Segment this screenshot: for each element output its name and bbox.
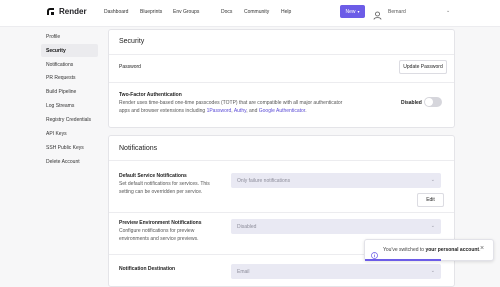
toggle-knob — [425, 98, 433, 106]
nav-env-groups[interactable]: Env Groups — [173, 9, 199, 15]
sidebar-item-log-streams[interactable]: Log Streams — [46, 103, 74, 109]
divider — [109, 82, 454, 83]
user-menu-chevron-icon[interactable]: ⌄ — [446, 8, 450, 14]
default-notifications-select[interactable]: Only failure notifications ⌄ — [231, 173, 441, 188]
chevron-down-icon: ⌄ — [430, 177, 435, 183]
two-factor-label: Two-Factor Authentication — [119, 92, 182, 98]
toast-text: You've switched to — [383, 247, 426, 253]
separator: , and — [246, 108, 259, 114]
sidebar-item-pr-requests[interactable]: PR Requests — [46, 75, 75, 81]
toast-message: You've switched to your personal account… — [383, 247, 480, 253]
nav-help[interactable]: Help — [281, 9, 291, 15]
two-factor-toggle[interactable] — [424, 97, 442, 107]
two-factor-description: Render uses time-based one-time passcode… — [119, 99, 349, 115]
edit-button[interactable]: Edit — [417, 193, 444, 207]
chevron-down-icon: ⌄ — [430, 223, 435, 229]
sidebar-item-security[interactable]: Security — [46, 48, 66, 54]
default-notifications-value: Only failure notifications — [237, 178, 291, 184]
close-icon[interactable]: × — [480, 245, 484, 253]
nav-community[interactable]: Community — [244, 9, 269, 15]
toast-notification: You've switched to your personal account… — [364, 239, 494, 261]
top-navbar: Render Dashboard Blueprints Env Groups D… — [0, 0, 500, 27]
link-1password[interactable]: 1Password — [207, 108, 232, 114]
default-notifications-description: Set default notifications for services. … — [119, 181, 210, 195]
security-card: Security Password Update Password Two-Fa… — [108, 29, 455, 128]
update-password-label: Update Password — [403, 64, 443, 70]
chevron-down-icon: ▾ — [357, 9, 360, 14]
sidebar-item-ssh-public-keys[interactable]: SSH Public Keys — [46, 145, 84, 151]
sidebar-item-registry-credentials[interactable]: Registry Credentials — [46, 117, 91, 123]
default-notifications-label: Default Service Notifications — [119, 173, 187, 179]
notification-destination-value: Email — [237, 269, 250, 275]
nav-docs[interactable]: Docs — [221, 9, 232, 15]
update-password-button[interactable]: Update Password — [399, 60, 447, 74]
sidebar-item-build-pipeline[interactable]: Build Pipeline — [46, 89, 76, 95]
preview-notifications-label: Preview Environment Notifications — [119, 220, 202, 226]
link-google-authenticator[interactable]: Google Authenticator — [259, 108, 305, 114]
preview-notifications-description: Configure notifications for preview envi… — [119, 228, 199, 242]
notification-destination-select[interactable]: Email ⌄ — [231, 264, 441, 279]
brand-name: Render — [59, 7, 87, 16]
nav-blueprints[interactable]: Blueprints — [140, 9, 162, 15]
toast-account-name: your personal account — [425, 247, 480, 253]
user-avatar-icon[interactable] — [373, 7, 382, 20]
edit-button-label: Edit — [426, 197, 435, 203]
info-icon — [371, 246, 378, 259]
chevron-down-icon: ⌄ — [430, 268, 435, 274]
toast-progress-bar — [365, 259, 441, 261]
sidebar-item-profile[interactable]: Profile — [46, 34, 60, 40]
sidebar-item-delete-account[interactable]: Delete Account — [46, 159, 80, 165]
notification-destination-label: Notification Destination — [119, 266, 176, 272]
divider — [109, 54, 454, 55]
render-logo-icon — [46, 7, 55, 16]
password-label: Password — [119, 64, 141, 70]
preview-notifications-select[interactable]: Disabled ⌄ — [231, 219, 441, 234]
notifications-title: Notifications — [119, 145, 158, 152]
new-button-label: New — [345, 8, 356, 15]
security-title: Security — [119, 38, 145, 45]
preview-notifications-value: Disabled — [237, 224, 257, 230]
two-factor-status: Disabled — [401, 100, 422, 106]
user-name[interactable]: Bernard — [388, 9, 406, 15]
divider — [109, 160, 454, 161]
sidebar-item-notifications[interactable]: Notifications — [46, 62, 73, 68]
divider — [109, 212, 454, 213]
period: . — [305, 108, 307, 114]
link-authy[interactable]: Authy — [234, 108, 246, 114]
render-logo[interactable]: Render — [46, 7, 87, 16]
nav-dashboard[interactable]: Dashboard — [104, 9, 128, 15]
new-button[interactable]: New ▾ — [340, 5, 365, 18]
sidebar-item-api-keys[interactable]: API Keys — [46, 131, 67, 137]
